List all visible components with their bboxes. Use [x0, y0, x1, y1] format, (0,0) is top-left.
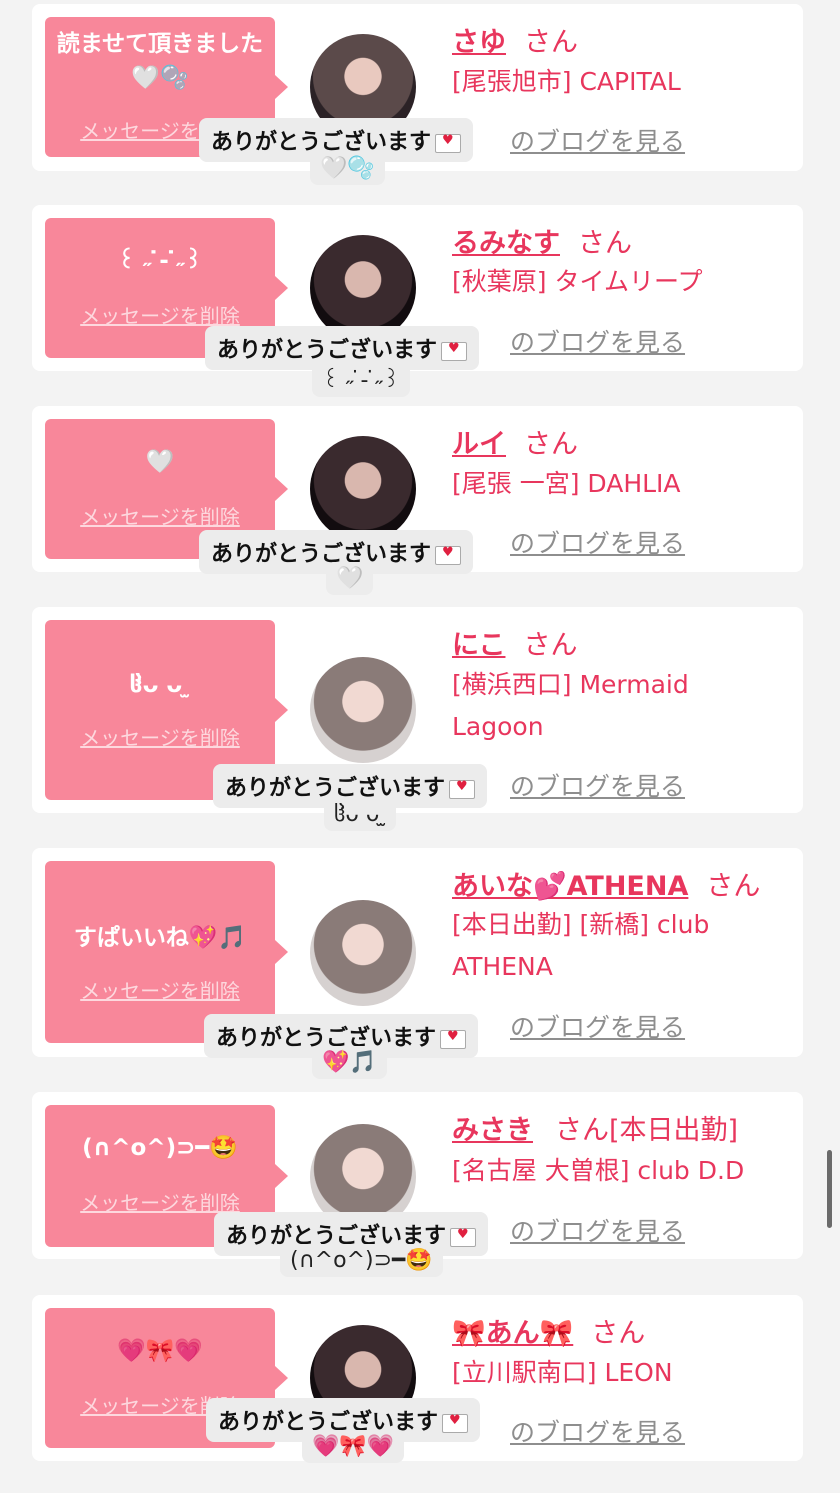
reply-emoji: 💖🎵: [312, 1046, 387, 1079]
message-text: すぱいいね💖🎵: [73, 925, 247, 951]
reply-emoji: ჱ̒ᴗ ᴗ ̫: [324, 798, 397, 831]
name-row: るみなす さん: [452, 221, 632, 260]
cast-name-link[interactable]: あいな💕ATHENA: [452, 871, 688, 902]
reply-emoji: 🤍🫧: [310, 152, 385, 185]
reply-emoji: 💗🎀💗: [302, 1430, 405, 1463]
shop-label: [秋葉原] タイムリープ: [452, 267, 703, 296]
name-row: ルイ さん: [452, 422, 578, 461]
avatar[interactable]: [310, 436, 416, 542]
message-text: 読ませて頂きました🤍🫧: [56, 31, 264, 91]
delete-message-link[interactable]: メッセージを削除: [45, 722, 275, 751]
love-letter-icon: [450, 1227, 477, 1247]
name-row: みさき さん[本日出勤]: [452, 1108, 738, 1147]
love-letter-icon: [435, 133, 462, 153]
message-text: (∩^o^)⊃━🤩: [82, 1135, 238, 1161]
honorific: さん: [524, 429, 578, 460]
avatar[interactable]: [310, 900, 416, 1006]
name-row: にこ さん: [452, 623, 577, 662]
cast-name-link[interactable]: にこ: [452, 630, 505, 661]
cast-name-link[interactable]: みさき: [452, 1115, 533, 1146]
cast-name-link[interactable]: るみなす: [452, 228, 560, 259]
message-text: 🤍: [145, 449, 175, 475]
honorific: さん: [523, 630, 578, 661]
honorific: さん: [555, 1115, 609, 1146]
honorific: さん: [591, 1318, 646, 1349]
honorific: さん: [578, 228, 632, 259]
name-row: あいな💕ATHENA さん: [452, 864, 760, 903]
message-text: ჱ̒ᴗ ᴗ ̫: [129, 672, 191, 698]
shop-label: [尾張旭市] CAPITAL: [452, 67, 681, 96]
honorific: さん: [524, 27, 578, 58]
reply-emoji: ꒰ ˶ ̇- ̇˶꒱: [312, 360, 410, 397]
love-letter-icon: [442, 1413, 469, 1433]
love-letter-icon: [441, 341, 468, 361]
view-blog-link[interactable]: のブログを見る: [510, 122, 685, 158]
avatar[interactable]: [310, 657, 416, 763]
name-row: 🎀あん🎀 さん: [452, 1311, 645, 1350]
shop-label: [名古屋 大曽根] club D.D: [452, 1156, 745, 1185]
reply-emoji: (∩^o^)⊃━🤩: [280, 1244, 443, 1277]
shop-status: [本日出勤]: [609, 1115, 739, 1146]
view-blog-link[interactable]: のブログを見る: [510, 323, 685, 359]
view-blog-link[interactable]: のブログを見る: [510, 767, 685, 803]
thanks-text: ありがとうございます: [211, 542, 432, 567]
love-letter-icon: [449, 779, 476, 799]
delete-message-link[interactable]: メッセージを削除: [45, 975, 275, 1004]
view-blog-link[interactable]: のブログを見る: [510, 1008, 685, 1044]
cast-name-link[interactable]: ルイ: [452, 429, 506, 460]
cast-name-link[interactable]: さゆ: [452, 27, 506, 58]
message-text: 💗🎀💗: [117, 1338, 203, 1364]
reply-emoji: 🤍: [326, 562, 374, 595]
shop-label: [横浜西口] Mermaid Lagoon: [452, 670, 689, 741]
love-letter-icon: [435, 545, 462, 565]
delete-message-link[interactable]: メッセージを削除: [45, 300, 275, 329]
name-row: さゆ さん: [452, 20, 578, 59]
shop-label: [尾張 一宮] DAHLIA: [452, 469, 681, 498]
delete-message-link[interactable]: メッセージを削除: [45, 501, 275, 530]
view-blog-link[interactable]: のブログを見る: [510, 1413, 685, 1449]
scrollbar[interactable]: [827, 1150, 832, 1228]
cast-name-link[interactable]: 🎀あん🎀: [452, 1318, 573, 1349]
honorific: さん: [706, 871, 761, 902]
view-blog-link[interactable]: のブログを見る: [510, 1212, 685, 1248]
shop-label: [本日出勤] [新橋] club ATHENA: [452, 910, 710, 981]
view-blog-link[interactable]: のブログを見る: [510, 524, 685, 560]
message-text: ꒰ ˶ ̇- ̇˶꒱: [117, 248, 203, 274]
shop-label: [立川駅南口] LEON: [452, 1358, 673, 1387]
love-letter-icon: [440, 1029, 467, 1049]
